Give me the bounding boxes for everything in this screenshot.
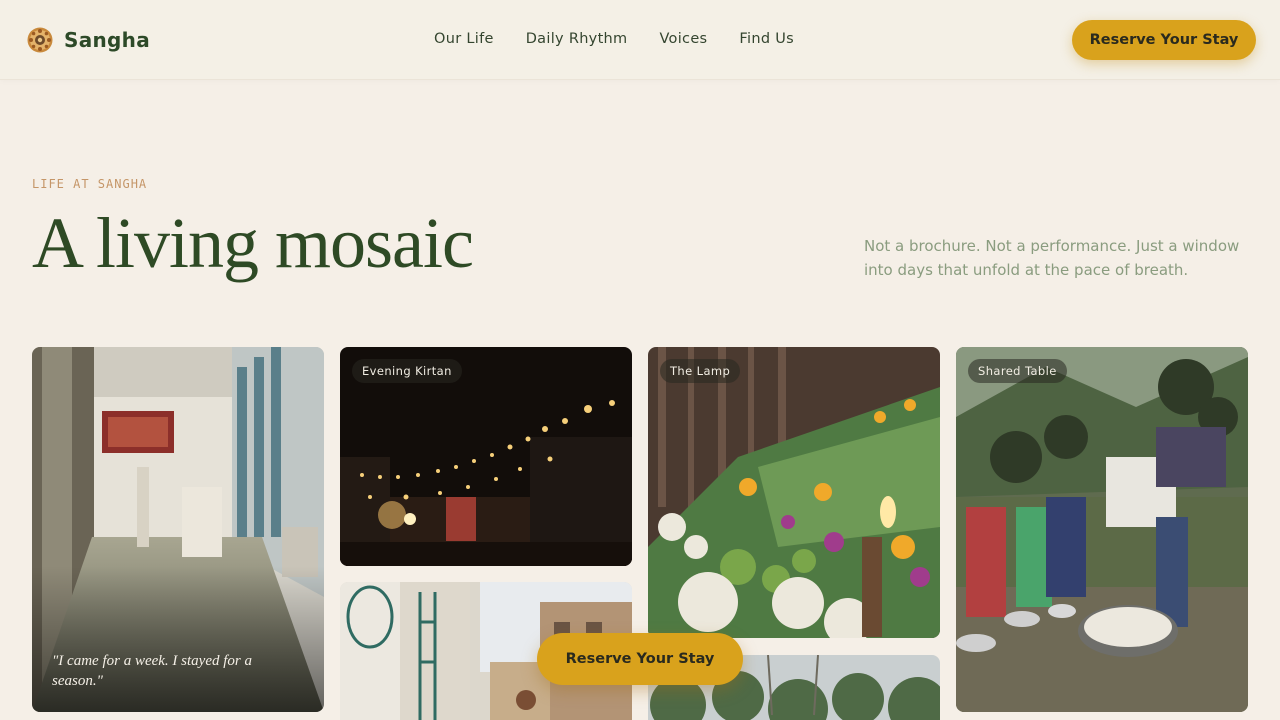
mosaic-tile-hallway[interactable]: "I came for a week. I stayed for a seaso… xyxy=(32,347,324,712)
section-eyebrow: LIFE AT SANGHA xyxy=(32,177,148,191)
brand[interactable]: Sangha xyxy=(26,26,150,54)
mosaic-tile-the-lamp[interactable]: The Lamp xyxy=(648,347,940,638)
tile-caption: Shared Table xyxy=(968,359,1067,383)
mosaic-tile-shared-table[interactable]: Shared Table xyxy=(956,347,1248,712)
shared-table-photo xyxy=(956,347,1248,712)
brand-name: Sangha xyxy=(64,28,150,52)
nav-daily-rhythm[interactable]: Daily Rhythm xyxy=(526,31,628,47)
site-header: Sangha Our Life Daily Rhythm Voices Find… xyxy=(0,0,1280,80)
main-nav: Our Life Daily Rhythm Voices Find Us xyxy=(434,31,826,47)
testimonial-quote: "I came for a week. I stayed for a seaso… xyxy=(52,653,252,689)
the-lamp-photo xyxy=(648,347,940,638)
nav-find-us[interactable]: Find Us xyxy=(739,31,794,47)
nav-voices[interactable]: Voices xyxy=(659,31,707,47)
tile-caption: The Lamp xyxy=(660,359,741,383)
page-title: A living mosaic xyxy=(32,203,474,283)
mandala-icon xyxy=(27,27,53,53)
hero-subtitle: Not a brochure. Not a performance. Just … xyxy=(864,237,1240,279)
nav-our-life[interactable]: Our Life xyxy=(434,31,494,47)
floating-reserve-button[interactable]: Reserve Your Stay xyxy=(537,633,743,685)
mosaic-tile-evening-kirtan[interactable]: Evening Kirtan xyxy=(340,347,632,566)
reserve-stay-button[interactable]: Reserve Your Stay xyxy=(1072,20,1256,60)
tile-caption: Evening Kirtan xyxy=(352,359,462,383)
